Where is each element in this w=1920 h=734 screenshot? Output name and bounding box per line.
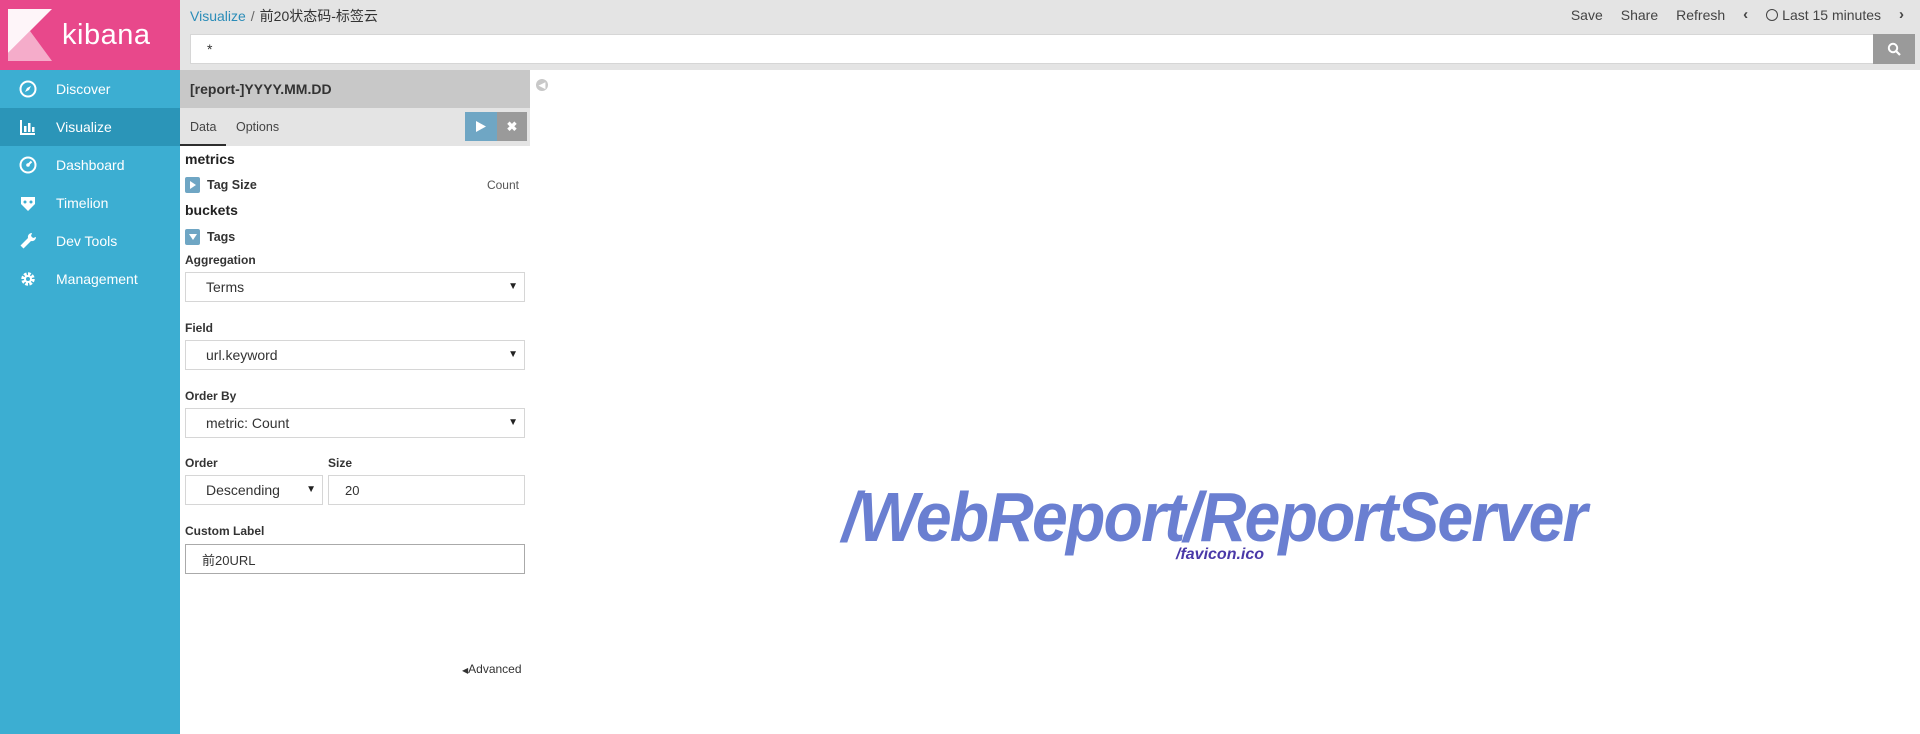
dashboard-gauge-icon <box>0 156 56 174</box>
field-select-value: url.keyword <box>206 347 278 363</box>
aggregation-select-value: Terms <box>206 279 245 295</box>
size-label: Size <box>328 456 353 470</box>
bar-chart-icon <box>0 118 56 136</box>
discard-changes-button[interactable]: ✖ <box>497 112 527 141</box>
order-by-select[interactable]: metric: Count ▼ <box>185 408 525 438</box>
query-input[interactable] <box>190 34 1873 64</box>
play-icon <box>476 121 486 132</box>
sidebar-item-label: Dev Tools <box>56 233 118 249</box>
apply-changes-button[interactable] <box>465 112 497 141</box>
time-picker-button[interactable]: Last 15 minutes <box>1766 7 1881 23</box>
index-pattern-title: [report-]YYYY.MM.DD <box>180 70 530 108</box>
refresh-button[interactable]: Refresh <box>1676 7 1725 23</box>
chevron-down-icon: ▼ <box>508 417 518 428</box>
metric-agg-header[interactable]: Tag Size Count <box>185 176 525 194</box>
caret-down-icon <box>188 234 197 240</box>
sidebar-item-label: Discover <box>56 81 111 97</box>
search-button[interactable] <box>1873 34 1915 64</box>
sidebar-item-label: Dashboard <box>56 157 125 173</box>
buckets-section-title: buckets <box>185 202 238 218</box>
sidebar-item-timelion[interactable]: Timelion <box>0 184 180 222</box>
size-input[interactable] <box>328 475 525 505</box>
bucket-agg-label: Tags <box>207 230 236 244</box>
save-button[interactable]: Save <box>1571 7 1603 23</box>
order-by-label: Order By <box>185 389 237 403</box>
clock-icon <box>1766 8 1779 21</box>
share-button[interactable]: Share <box>1621 7 1658 23</box>
breadcrumb: Visualize / 前20状态码-标签云 <box>190 6 378 26</box>
wrench-icon <box>0 232 56 250</box>
kibana-logo-mark <box>8 9 52 61</box>
field-select[interactable]: url.keyword ▼ <box>185 340 525 370</box>
chevron-down-icon: ▼ <box>508 349 518 360</box>
chevron-down-icon: ▼ <box>306 484 316 495</box>
field-label: Field <box>185 321 214 335</box>
vis-editor-sidebar: [report-]YYYY.MM.DD Data Options ✖ metri… <box>180 70 530 734</box>
advanced-toggle-link[interactable]: ◀Advanced <box>462 662 522 676</box>
sidebar-item-label: Visualize <box>56 119 112 135</box>
chevron-down-icon: ▼ <box>508 281 518 292</box>
bucket-agg-header[interactable]: Tags <box>185 228 525 246</box>
order-select[interactable]: Descending ▼ <box>185 475 323 505</box>
chevron-left-icon[interactable]: ‹ <box>1743 6 1748 23</box>
advanced-label: Advanced <box>468 662 522 676</box>
order-by-select-value: metric: Count <box>206 415 290 431</box>
logo-text: kibana <box>62 18 151 51</box>
tab-options[interactable]: Options <box>226 108 289 146</box>
sidebar-item-label: Timelion <box>56 195 109 211</box>
compass-icon <box>0 80 56 98</box>
top-bar: Visualize / 前20状态码-标签云 Save Share Refresh … <box>180 0 1920 70</box>
tag-cloud-word[interactable]: /WebReport/ReportServer <box>842 477 1588 557</box>
metric-agg-label: Tag Size <box>207 178 257 192</box>
sidebar-item-management[interactable]: Management <box>0 260 180 298</box>
close-icon: ✖ <box>506 118 518 134</box>
breadcrumb-separator: / <box>250 8 255 24</box>
tab-data[interactable]: Data <box>180 108 227 146</box>
breadcrumb-current: 前20状态码-标签云 <box>259 8 378 24</box>
caret-right-icon <box>189 181 196 189</box>
top-actions: Save Share Refresh ‹ Last 15 minutes › <box>1553 6 1904 23</box>
sidebar: kibana Discover Visualize Dashboard Time… <box>0 0 180 734</box>
sidebar-item-dashboard[interactable]: Dashboard <box>0 146 180 184</box>
order-label: Order <box>185 456 218 470</box>
tag-cloud-word[interactable]: /favicon.ico <box>1176 546 1264 564</box>
aggregation-select[interactable]: Terms ▼ <box>185 272 525 302</box>
collapse-toggle-button[interactable] <box>185 229 200 245</box>
timelion-shield-icon <box>0 194 56 212</box>
gear-icon <box>0 270 56 288</box>
tag-cloud-visualization <box>540 70 1920 734</box>
order-select-value: Descending <box>206 482 280 498</box>
search-icon <box>1887 42 1901 56</box>
custom-label-input[interactable] <box>185 544 525 574</box>
editor-tabs: Data Options ✖ <box>180 108 530 146</box>
custom-label-label: Custom Label <box>185 524 265 538</box>
sidebar-item-discover[interactable]: Discover <box>0 70 180 108</box>
sidebar-item-visualize[interactable]: Visualize <box>0 108 180 146</box>
sidebar-item-label: Management <box>56 271 138 287</box>
query-bar <box>190 34 1915 64</box>
metrics-section-title: metrics <box>185 151 235 167</box>
expand-toggle-button[interactable] <box>185 177 200 193</box>
time-range-label: Last 15 minutes <box>1782 6 1881 23</box>
sidebar-item-dev-tools[interactable]: Dev Tools <box>0 222 180 260</box>
breadcrumb-link-visualize[interactable]: Visualize <box>190 8 246 24</box>
aggregation-label: Aggregation <box>185 253 256 267</box>
kibana-logo[interactable]: kibana <box>0 0 180 70</box>
chevron-right-icon[interactable]: › <box>1899 6 1904 23</box>
metric-agg-summary: Count <box>486 178 519 192</box>
